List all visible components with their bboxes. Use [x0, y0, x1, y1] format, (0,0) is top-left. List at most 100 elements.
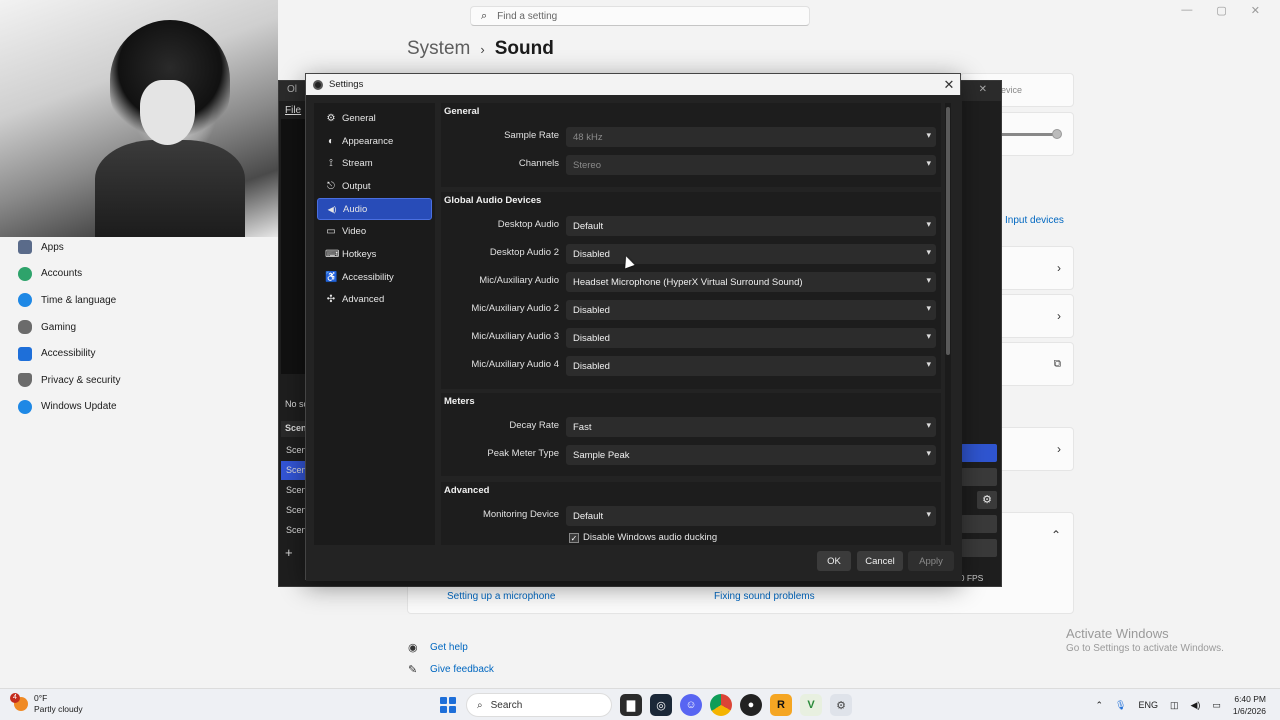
- minimize-icon[interactable]: —: [1181, 4, 1192, 17]
- rockstar-icon[interactable]: R: [770, 694, 792, 716]
- chevron-down-icon: ▾: [926, 158, 931, 168]
- sidebar-item-stream[interactable]: ⟟ Stream: [317, 152, 432, 175]
- peak-meter-type-select[interactable]: Sample Peak ▾: [566, 445, 936, 465]
- nav-label: Accounts: [41, 268, 83, 280]
- nav-item-gaming[interactable]: Gaming: [18, 314, 278, 341]
- battery-icon[interactable]: ▭: [1212, 700, 1221, 711]
- nav-label: Windows Update: [41, 401, 117, 413]
- scene-item[interactable]: Scene: [281, 461, 307, 480]
- sample-rate-select[interactable]: 48 kHz ▾: [566, 127, 936, 147]
- sidebar-item-video[interactable]: ▭ Video: [317, 220, 432, 243]
- scene-item[interactable]: Scene: [281, 501, 307, 520]
- select-value: Default: [573, 511, 604, 522]
- accessibility-icon: [18, 346, 32, 361]
- file-explorer-icon[interactable]: ▇: [620, 694, 642, 716]
- sidebar-item-advanced[interactable]: ✣ Advanced: [317, 289, 432, 312]
- apply-button[interactable]: Apply: [908, 551, 954, 571]
- mic-aux-audio-2-select[interactable]: Disabled ▾: [566, 300, 936, 320]
- settings-nav: Apps Accounts Time & language Gaming Acc…: [18, 234, 278, 420]
- cancel-button[interactable]: Cancel: [857, 551, 903, 571]
- nav-item-accessibility[interactable]: Accessibility: [18, 340, 278, 367]
- disable-audio-ducking-checkbox[interactable]: ✓ Disable Windows audio ducking: [569, 532, 717, 543]
- mic-aux-audio-3-select[interactable]: Disabled ▾: [566, 328, 936, 348]
- steam-icon[interactable]: ◎: [650, 694, 672, 716]
- chrome-icon[interactable]: [710, 694, 732, 716]
- palette-icon: ◐: [327, 135, 335, 147]
- accessibility-icon: ♿: [325, 271, 338, 283]
- sidebar-item-audio[interactable]: ◀) Audio: [317, 197, 432, 221]
- chevron-up-icon[interactable]: ⌃: [1051, 528, 1061, 542]
- chevron-up-icon[interactable]: ⌃: [1095, 700, 1103, 711]
- close-icon[interactable]: ✕: [979, 84, 987, 98]
- content-scrollbar[interactable]: [945, 103, 951, 545]
- setting-up-microphone-link[interactable]: Setting up a microphone: [447, 591, 555, 602]
- scene-item[interactable]: Scene: [281, 521, 307, 540]
- add-scene-icon[interactable]: +: [285, 545, 293, 560]
- input-devices-link[interactable]: Input devices: [1005, 215, 1064, 226]
- nav-item-accounts[interactable]: Accounts: [18, 261, 278, 288]
- monitoring-device-select[interactable]: Default ▾: [566, 506, 936, 526]
- weather-widget[interactable]: 4 0°F Partly cloudy: [10, 693, 83, 715]
- chevron-down-icon: ▾: [926, 509, 931, 519]
- start-streaming-button[interactable]: [961, 444, 997, 462]
- chevron-down-icon: ▾: [926, 420, 931, 430]
- windows-start-icon[interactable]: [438, 695, 458, 715]
- fixing-sound-problems-link[interactable]: Fixing sound problems: [714, 591, 815, 602]
- nav-item-privacy[interactable]: Privacy & security: [18, 367, 278, 394]
- desktop-audio-select[interactable]: Default ▾: [566, 216, 936, 236]
- obs-icon[interactable]: ●: [740, 694, 762, 716]
- settings-gear-icon[interactable]: ⚙: [830, 694, 852, 716]
- scene-item[interactable]: Scene: [281, 481, 307, 500]
- nav-item-time-language[interactable]: Time & language: [18, 287, 278, 314]
- sidebar-item-accessibility[interactable]: ♿ Accessibility: [317, 266, 432, 289]
- help-links: ◉ Get help ✎ Give feedback: [408, 636, 494, 680]
- sidebar-item-label: Audio: [343, 203, 368, 215]
- start-recording-button[interactable]: [961, 468, 997, 486]
- scrollbar-thumb[interactable]: [946, 107, 950, 355]
- wifi-icon[interactable]: ◫: [1170, 700, 1179, 711]
- decay-rate-select[interactable]: Fast ▾: [566, 417, 936, 437]
- checkbox-label: Disable Windows audio ducking: [583, 532, 718, 543]
- breadcrumb-parent[interactable]: System: [407, 38, 470, 60]
- volume-icon[interactable]: ◀): [1190, 700, 1200, 711]
- taskbar-apps: ⌕ Search ▇ ◎ ☺ ● R V ⚙: [438, 693, 852, 717]
- close-icon[interactable]: ✕: [942, 74, 956, 95]
- sidebar-item-label: Accessibility: [342, 271, 394, 283]
- give-feedback-link[interactable]: ✎ Give feedback: [408, 658, 494, 680]
- language-indicator[interactable]: ENG: [1138, 700, 1158, 710]
- nav-item-apps[interactable]: Apps: [18, 234, 278, 261]
- mic-aux-audio-select[interactable]: Headset Microphone (HyperX Virtual Surro…: [566, 272, 936, 292]
- mic-aux-audio-4-select[interactable]: Disabled ▾: [566, 356, 936, 376]
- update-icon: [18, 399, 32, 414]
- group-title: General: [444, 106, 480, 117]
- close-icon[interactable]: ✕: [1251, 4, 1260, 17]
- discord-icon[interactable]: ☺: [680, 694, 702, 716]
- group-title: Global Audio Devices: [444, 195, 542, 206]
- sidebar-item-general[interactable]: ⚙ General: [317, 107, 432, 130]
- sidebar-item-hotkeys[interactable]: ⌨ Hotkeys: [317, 243, 432, 266]
- nav-item-windows-update[interactable]: Windows Update: [18, 394, 278, 421]
- studio-mode-button[interactable]: [961, 515, 997, 533]
- sidebar-item-appearance[interactable]: ◐ Appearance: [317, 130, 432, 153]
- taskbar-search[interactable]: ⌕ Search: [466, 693, 612, 717]
- clock[interactable]: 6:40 PM 1/6/2026: [1233, 693, 1266, 717]
- get-help-link[interactable]: ◉ Get help: [408, 636, 494, 658]
- notification-badge: 4: [10, 693, 20, 703]
- settings-gear-button[interactable]: ⚙: [977, 491, 997, 509]
- page-title: Sound: [494, 38, 554, 59]
- channels-select[interactable]: Stereo ▾: [566, 155, 936, 175]
- find-setting-search[interactable]: ⌕ Find a setting: [470, 6, 810, 26]
- exit-button[interactable]: [961, 539, 997, 557]
- maximize-icon[interactable]: ▢: [1216, 4, 1226, 17]
- select-value: Disabled: [573, 305, 610, 316]
- volume-slider[interactable]: [1001, 133, 1057, 136]
- ok-button[interactable]: OK: [817, 551, 851, 571]
- menu-file[interactable]: File: [285, 105, 301, 116]
- volume-slider-thumb[interactable]: [1052, 129, 1062, 139]
- scene-item[interactable]: Scene: [281, 441, 307, 460]
- monitor-icon: ▭: [326, 226, 336, 238]
- vegas-icon[interactable]: V: [800, 694, 822, 716]
- microphone-icon[interactable]: 🎙: [1115, 700, 1126, 711]
- sidebar-item-output[interactable]: ⎋ Output: [317, 175, 432, 198]
- get-help-label: Get help: [430, 641, 468, 653]
